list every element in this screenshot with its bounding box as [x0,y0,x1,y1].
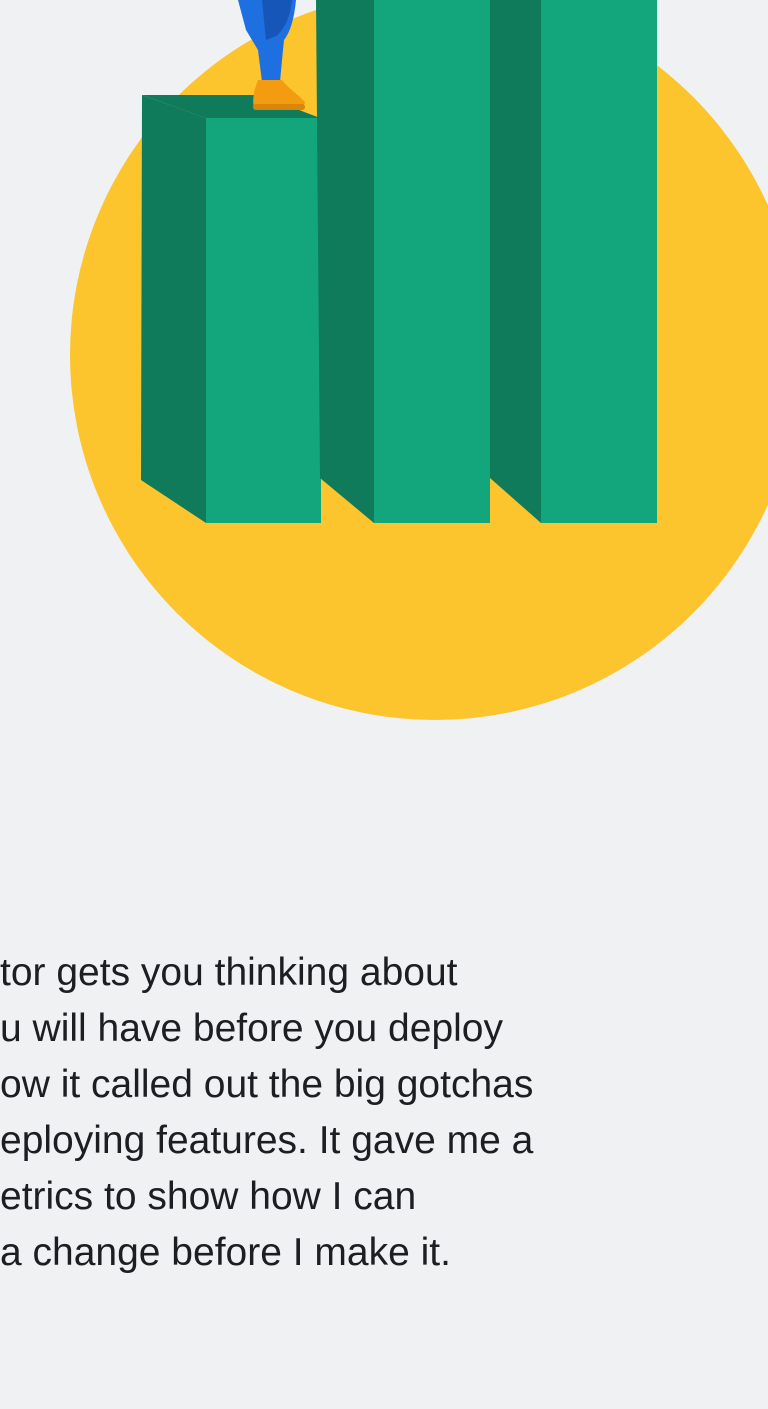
testimonial-line: tor gets you thinking about [0,951,458,994]
page: tor gets you thinking about u will have … [0,0,768,1409]
person-shoe-sole [253,104,305,110]
testimonial-line: u will have before you deploy [0,1007,503,1050]
bar-2-side [316,0,374,523]
testimonial-line: a change before I make it. [0,1231,451,1274]
testimonial-quote: tor gets you thinking about u will have … [0,945,700,1281]
bar-1-front [206,118,321,523]
hero-illustration [0,0,768,760]
bar-1-side [141,95,206,523]
testimonial-line: etrics to show how I can [0,1175,417,1218]
bar-2-front [374,0,490,523]
person-on-bar-chart-illustration [70,0,768,720]
testimonial-line: ow it called out the big gotchas [0,1063,534,1106]
bar-3-side [490,0,541,523]
bar-3-front [541,0,657,523]
testimonial-line: eploying features. It gave me a [0,1119,534,1162]
